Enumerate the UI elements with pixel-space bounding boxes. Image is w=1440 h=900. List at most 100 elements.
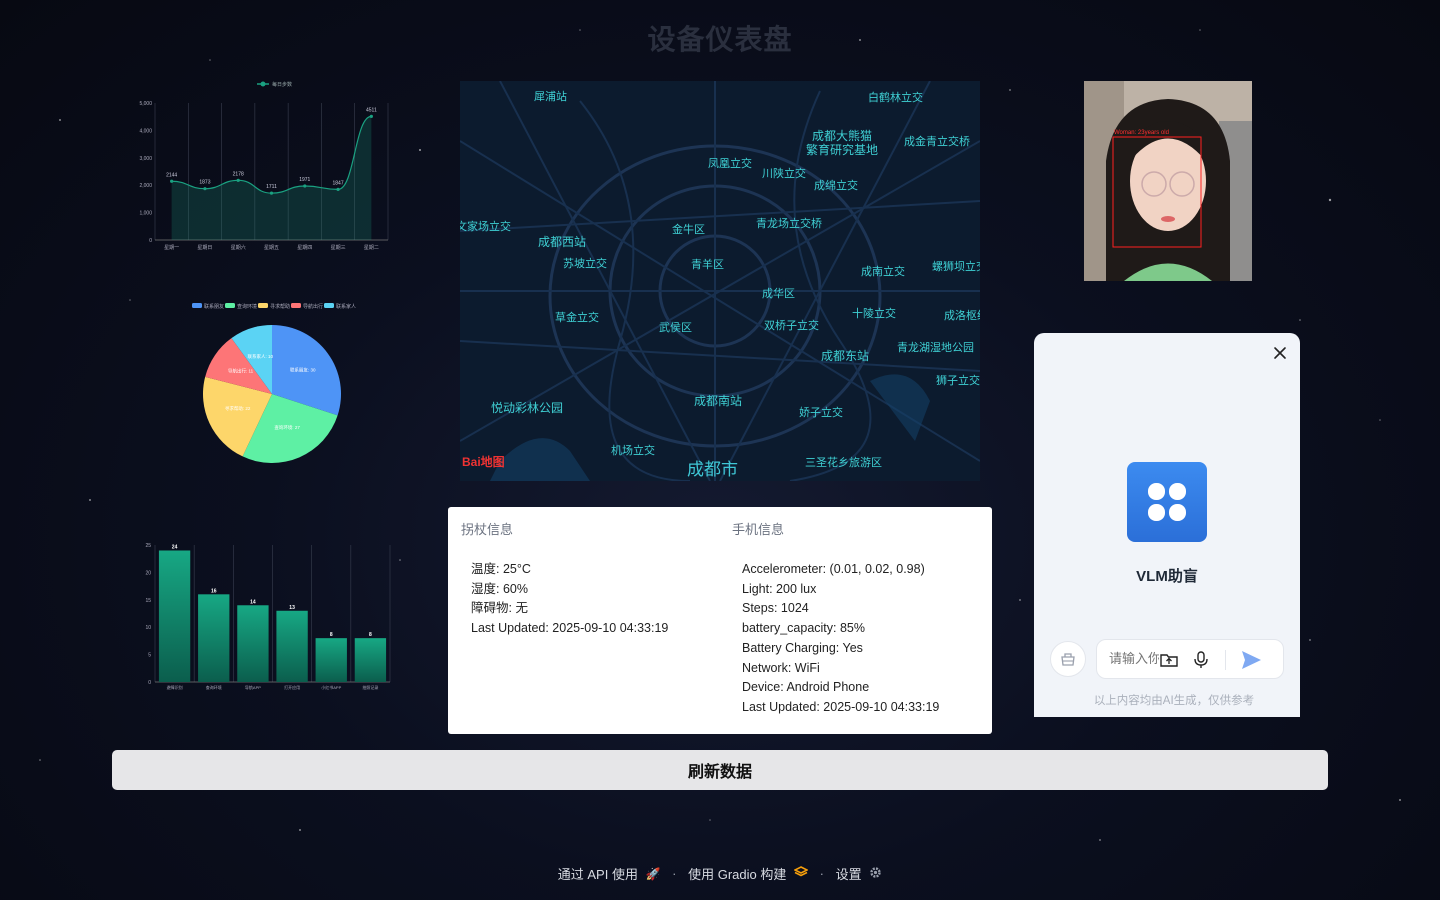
y-tick-label: 5 [148, 653, 151, 659]
phone-info-line: Accelerometer: (0.01, 0.02, 0.98) [742, 562, 925, 576]
cane-info-header: 拐杖信息 [461, 522, 514, 537]
phone-info-line: Battery Charging: Yes [742, 640, 863, 655]
map-label: 青龙湖湿地公园 [897, 341, 974, 354]
map-label: 成都市 [687, 460, 738, 480]
steps-line-chart: 每日步数 0 1,000 2,000 3,000 4,000 5,000 2144 1873 21… [135, 75, 400, 255]
map-label: 三圣花乡旅游区 [805, 456, 882, 469]
legend-marker [260, 81, 266, 87]
map-label: 悦动彩林公园 [491, 401, 564, 415]
send-icon[interactable] [1239, 649, 1263, 671]
portrait-image [1084, 81, 1252, 281]
map-label: 犀浦站 [534, 90, 567, 103]
x-tick-label: 小红书APP [321, 684, 341, 690]
slice-label: 联系朋友: 30 [290, 367, 316, 374]
cane-info-line: Last Updated: 2025-09-10 04:33:19 [471, 621, 669, 636]
phone-info-line: Steps: 1024 [742, 601, 809, 616]
y-tick-label: 5,000 [139, 101, 152, 107]
y-tick-label: 4,000 [139, 128, 152, 134]
bar-value-label: 24 [172, 544, 178, 550]
broom-icon [1061, 653, 1075, 666]
map-label: 武侯区 [659, 321, 692, 334]
map-label: 凤凰立交 [708, 157, 752, 170]
device-info-panel: 拐杖信息 温度: 25°C 湿度: 60% 障碍物: 无 Last Update… [448, 507, 992, 734]
phone-info-line: Last Updated: 2025-09-10 04:33:19 [742, 699, 940, 714]
bar [276, 610, 308, 682]
x-tick-label: 星期六 [231, 244, 246, 251]
map-label: 川陕立交 [762, 167, 806, 180]
y-tick-label: 25 [145, 543, 151, 549]
cane-info-line: 障碍物: 无 [471, 601, 528, 616]
data-label: 4511 [366, 107, 377, 113]
legend-label: 每日步数 [272, 81, 292, 88]
legend-swatch [192, 303, 202, 308]
map-label: 十陵立交 [852, 307, 896, 320]
data-label: 1847 [333, 180, 344, 186]
data-point [336, 187, 340, 191]
y-tick-label: 0 [148, 680, 151, 686]
map-label: 成都东站 [821, 349, 870, 363]
map-label: 螺狮坝立交 [932, 260, 980, 273]
phone-info-line: Device: Android Phone [742, 680, 870, 695]
data-label: 2144 [166, 172, 177, 178]
refresh-data-button[interactable]: 刷新数据 [112, 750, 1328, 790]
chat-input-box[interactable] [1096, 639, 1284, 679]
data-point [369, 114, 373, 118]
x-tick-label: 星期一 [164, 245, 179, 251]
x-tick-label: 星期二 [364, 245, 379, 251]
y-tick-label: 0 [149, 238, 152, 244]
gradio-logo-icon [793, 866, 809, 881]
built-with-gradio-label: 使用 Gradio 构建 [688, 867, 787, 882]
upload-folder-icon[interactable] [1159, 650, 1179, 670]
map-label: 成洛枢纽 [944, 309, 980, 322]
map-label: 成都西站 [538, 235, 587, 249]
camera-photo: Woman: 23years old [1084, 81, 1252, 281]
legend-label: 查询环境 [237, 303, 257, 310]
use-via-api-link[interactable]: 通过 API 使用 🚀 [558, 865, 664, 883]
map-label: 成金青立交桥 [904, 135, 970, 148]
phone-info-line: Network: WiFi [742, 660, 820, 675]
y-tick-label: 10 [145, 625, 151, 631]
chat-input[interactable] [1107, 650, 1161, 667]
x-tick-label: 查询环境 [206, 684, 222, 690]
bar [158, 550, 191, 682]
map-label: 青羊区 [691, 258, 724, 271]
data-point [236, 178, 240, 182]
y-tick-label: 1,000 [139, 211, 152, 217]
legend-label: 寻求帮助 [270, 303, 290, 310]
built-with-gradio-link[interactable]: 使用 Gradio 构建 [688, 865, 812, 882]
input-divider [1225, 650, 1226, 670]
clear-chat-button[interactable] [1050, 641, 1086, 677]
cane-info-line: 湿度: 60% [471, 581, 528, 596]
map-label: 成南立交 [861, 265, 905, 278]
data-label: 1711 [266, 184, 277, 190]
legend-swatch [225, 303, 235, 308]
data-label: 2178 [233, 171, 244, 177]
usage-pie-chart: 联系朋友 查询环境 寻求帮助 导航出行 联系家人 联系朋友: 30 查询环境: 27 寻求帮助… [135, 296, 410, 476]
settings-link[interactable]: 设置 [836, 865, 883, 882]
y-tick-label: 2,000 [139, 183, 152, 189]
bar [237, 605, 269, 682]
map-label: 娇子立交 [799, 406, 843, 419]
microphone-icon[interactable] [1191, 650, 1211, 670]
data-label: 1873 [199, 180, 210, 186]
map-roads [460, 81, 980, 481]
y-tick-label: 15 [145, 598, 151, 604]
x-tick-label: 导航APP [245, 684, 261, 690]
legend-label: 联系家人 [336, 303, 356, 310]
map-label: 青龙场立交桥 [756, 217, 822, 230]
map-label: 金牛区 [672, 223, 705, 236]
city-map[interactable]: 犀浦站 白鹤林立交 成都大熊猫 繁育研究基地 成金青立交桥 凤凰立交 川陕立交 … [460, 81, 980, 481]
face-detection-label: Woman: 23years old [1114, 130, 1169, 136]
bar-value-label: 16 [211, 588, 217, 594]
map-label: 文家场立交 [460, 220, 511, 233]
x-tick-label: 星期四 [297, 245, 312, 251]
map-label: 双桥子立交 [764, 319, 819, 332]
page-title: 设备仪表盘 [647, 24, 793, 55]
footer: 通过 API 使用 🚀 · 使用 Gradio 构建 · 设置 [0, 864, 1440, 883]
close-icon[interactable] [1272, 345, 1288, 361]
bar-value-label: 8 [369, 632, 372, 638]
phone-info-line: Light: 200 lux [742, 581, 817, 596]
bar [315, 638, 347, 682]
slice-label: 查询环境: 27 [274, 424, 300, 431]
data-point [269, 191, 274, 195]
